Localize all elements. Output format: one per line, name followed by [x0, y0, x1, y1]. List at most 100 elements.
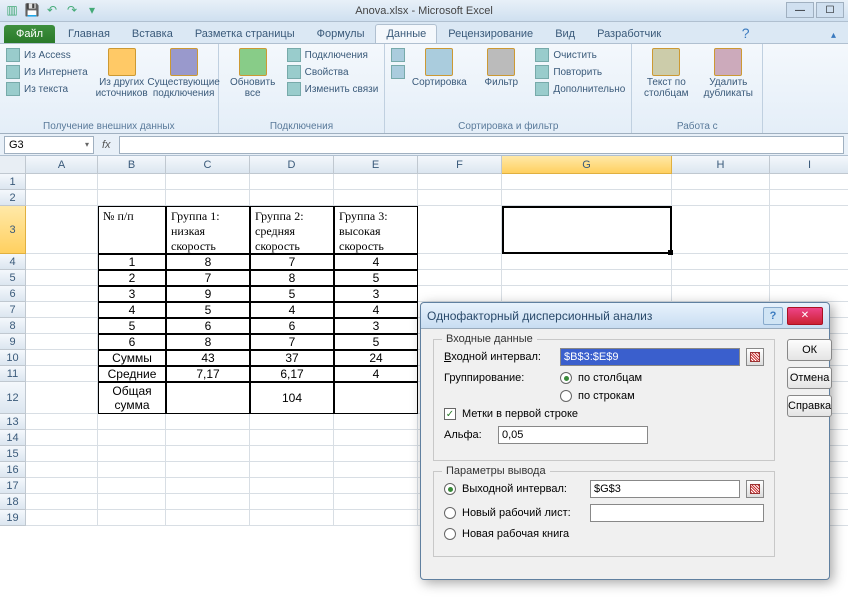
cell[interactable]: 43: [166, 350, 250, 366]
cell[interactable]: [418, 174, 502, 190]
cell[interactable]: [98, 462, 166, 478]
cell[interactable]: 3: [334, 286, 418, 302]
connections-button[interactable]: Подключения: [287, 48, 379, 62]
cell[interactable]: [166, 174, 250, 190]
column-header[interactable]: F: [418, 156, 502, 174]
cell[interactable]: [98, 174, 166, 190]
row-header[interactable]: 5: [0, 270, 26, 286]
row-header[interactable]: 12: [0, 382, 26, 414]
cell[interactable]: [26, 462, 98, 478]
cell[interactable]: [672, 270, 770, 286]
cell[interactable]: 8: [166, 334, 250, 350]
cell[interactable]: [502, 286, 672, 302]
cell[interactable]: Группа 3: высокая скорость: [334, 206, 418, 254]
cell[interactable]: 4: [334, 366, 418, 382]
new-workbook-radio[interactable]: [444, 528, 456, 540]
cell[interactable]: [418, 286, 502, 302]
cell[interactable]: Группа 1: низкая скорость: [166, 206, 250, 254]
cell[interactable]: [26, 478, 98, 494]
row-header[interactable]: 18: [0, 494, 26, 510]
cell[interactable]: [26, 334, 98, 350]
cell[interactable]: Общая сумма: [98, 382, 166, 414]
ribbon-tab[interactable]: Вставка: [121, 24, 184, 43]
cell[interactable]: 3: [334, 318, 418, 334]
range-picker-button[interactable]: [746, 348, 764, 366]
row-header[interactable]: 19: [0, 510, 26, 526]
cell[interactable]: [334, 190, 418, 206]
cell[interactable]: [26, 382, 98, 414]
cell[interactable]: [418, 270, 502, 286]
cell[interactable]: [250, 190, 334, 206]
formula-input[interactable]: [119, 136, 844, 154]
advanced-filter-button[interactable]: Дополнительно: [535, 82, 625, 96]
row-header[interactable]: 1: [0, 174, 26, 190]
cell[interactable]: 4: [250, 302, 334, 318]
file-tab[interactable]: Файл: [4, 25, 55, 43]
cell[interactable]: [418, 190, 502, 206]
column-header[interactable]: H: [672, 156, 770, 174]
column-header[interactable]: A: [26, 156, 98, 174]
minimize-button[interactable]: —: [786, 2, 814, 18]
cell[interactable]: 4: [334, 302, 418, 318]
cell[interactable]: [502, 206, 672, 254]
from-access-button[interactable]: Из Access: [6, 48, 88, 62]
cell[interactable]: [770, 190, 848, 206]
column-header[interactable]: B: [98, 156, 166, 174]
cell[interactable]: 8: [250, 270, 334, 286]
cell[interactable]: 1: [98, 254, 166, 270]
ribbon-tab[interactable]: Разработчик: [586, 24, 672, 43]
cell[interactable]: [98, 430, 166, 446]
cell[interactable]: [334, 494, 418, 510]
cell[interactable]: [250, 510, 334, 526]
output-range-field[interactable]: [590, 480, 740, 498]
column-header[interactable]: G: [502, 156, 672, 174]
cell[interactable]: [166, 478, 250, 494]
cell[interactable]: 6: [166, 318, 250, 334]
cell[interactable]: [672, 254, 770, 270]
by-rows-radio[interactable]: [560, 390, 572, 402]
row-header[interactable]: 14: [0, 430, 26, 446]
row-header[interactable]: 6: [0, 286, 26, 302]
cell[interactable]: [166, 510, 250, 526]
row-header[interactable]: 15: [0, 446, 26, 462]
cell[interactable]: [166, 446, 250, 462]
row-header[interactable]: 16: [0, 462, 26, 478]
cell[interactable]: [26, 350, 98, 366]
ribbon-tab[interactable]: Вид: [544, 24, 586, 43]
cell[interactable]: [26, 286, 98, 302]
cell[interactable]: 9: [166, 286, 250, 302]
row-header[interactable]: 7: [0, 302, 26, 318]
cell[interactable]: [26, 366, 98, 382]
cell[interactable]: [250, 446, 334, 462]
cell[interactable]: [98, 190, 166, 206]
cell[interactable]: [672, 174, 770, 190]
cell[interactable]: [26, 254, 98, 270]
cell[interactable]: [166, 430, 250, 446]
cell[interactable]: Суммы: [98, 350, 166, 366]
cell[interactable]: [250, 414, 334, 430]
clear-filter-button[interactable]: Очистить: [535, 48, 625, 62]
cell[interactable]: [250, 430, 334, 446]
cell[interactable]: [26, 190, 98, 206]
cell[interactable]: 5: [250, 286, 334, 302]
row-header[interactable]: 9: [0, 334, 26, 350]
cell[interactable]: [166, 190, 250, 206]
cell[interactable]: [418, 206, 502, 254]
help-button[interactable]: Справка: [787, 395, 832, 417]
cell[interactable]: 5: [334, 270, 418, 286]
ribbon-tab[interactable]: Формулы: [306, 24, 376, 43]
name-box[interactable]: G3▾: [4, 136, 94, 154]
cell[interactable]: [770, 254, 848, 270]
sort-button[interactable]: Сортировка: [411, 46, 467, 88]
sort-az-button[interactable]: [391, 48, 405, 62]
cell[interactable]: 6: [98, 334, 166, 350]
undo-icon[interactable]: ↶: [44, 2, 60, 18]
cell[interactable]: [250, 494, 334, 510]
dialog-help-button[interactable]: ?: [763, 307, 783, 325]
cell[interactable]: [770, 286, 848, 302]
ribbon-tab[interactable]: Главная: [57, 24, 121, 43]
input-range-field[interactable]: [560, 348, 740, 366]
cell[interactable]: [334, 478, 418, 494]
output-range-radio[interactable]: [444, 483, 456, 495]
cell[interactable]: [166, 494, 250, 510]
